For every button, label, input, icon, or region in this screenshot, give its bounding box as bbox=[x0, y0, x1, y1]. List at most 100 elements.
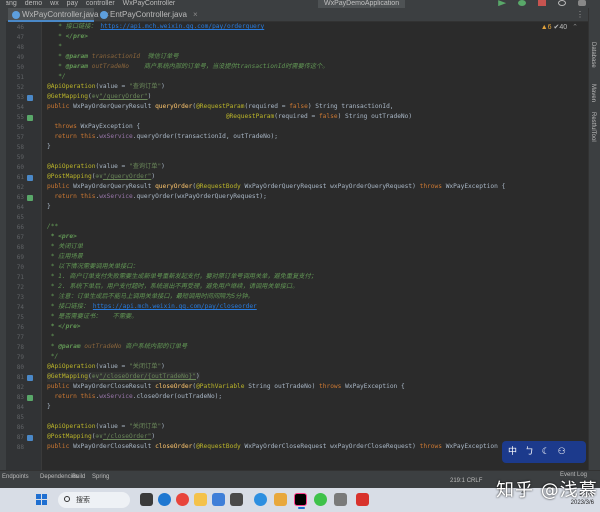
chrome-browser-icon[interactable] bbox=[176, 493, 189, 506]
line-number: 58 bbox=[16, 144, 24, 151]
gutter-marker-icon[interactable] bbox=[27, 115, 33, 121]
netease-app-icon[interactable] bbox=[356, 493, 369, 506]
gutter-marker-icon[interactable] bbox=[27, 375, 33, 381]
code-line: * 接口链接： https://api.mch.weixin.qq.com/pa… bbox=[58, 23, 265, 30]
search-icon[interactable] bbox=[558, 0, 567, 7]
breadcrumb-item[interactable]: WxPayController bbox=[123, 0, 176, 7]
stop-icon[interactable] bbox=[538, 0, 547, 7]
app-icon[interactable] bbox=[334, 493, 347, 506]
wechat-icon[interactable] bbox=[314, 493, 327, 506]
code-line: public WxPayOrderCloseResult closeOrder(… bbox=[47, 443, 506, 450]
gutter-marker-icon[interactable] bbox=[27, 435, 33, 441]
tab-overflow-icon[interactable]: ⋮ bbox=[576, 8, 584, 22]
line-separator[interactable]: CRLF bbox=[467, 478, 483, 484]
code-line: @ApiOperation(value = "查询订单") bbox=[47, 83, 165, 90]
java-class-icon bbox=[12, 11, 20, 19]
line-number: 49 bbox=[16, 54, 24, 61]
java-class-icon bbox=[100, 11, 108, 19]
line-number: 64 bbox=[16, 204, 24, 211]
warning-count: ▲6 bbox=[540, 24, 552, 31]
code-line: @PostMapping(⊕∨"/closeOrder") bbox=[47, 433, 156, 440]
code-line: * bbox=[58, 43, 62, 50]
code-line: * <pre> bbox=[50, 233, 77, 240]
navigation-bar: wang demo wx pay controller WxPayControl… bbox=[0, 0, 600, 8]
code-line: * @param outTradeNo 商户系统内部的订单号，当没提供trans… bbox=[47, 63, 329, 70]
right-tool-strip: Database Maven RestfulTool bbox=[588, 8, 600, 470]
task-view-icon[interactable] bbox=[140, 493, 153, 506]
maven-panel-tab[interactable]: Maven bbox=[590, 84, 596, 102]
database-panel-tab[interactable]: Database bbox=[590, 42, 596, 68]
cloud-app-icon[interactable] bbox=[254, 493, 267, 506]
code-line: } bbox=[47, 403, 51, 410]
status-bar-info: 219:1 CRLF bbox=[450, 478, 482, 484]
code-line: @PostMapping(⊕∨"/queryOrder") bbox=[47, 173, 156, 180]
line-number: 63 bbox=[16, 194, 24, 201]
line-number: 56 bbox=[16, 124, 24, 131]
code-line: * 接口链接： https://api.mch.weixin.qq.com/pa… bbox=[50, 303, 257, 310]
code-line: @ApiOperation(value = "关闭订单") bbox=[47, 363, 165, 370]
tab-label: WxPayController.java bbox=[22, 10, 99, 19]
gutter-marker-icon[interactable] bbox=[27, 95, 33, 101]
line-number: 85 bbox=[16, 414, 24, 421]
ime-language-toggle[interactable]: 中 bbox=[508, 447, 517, 457]
store-icon[interactable] bbox=[230, 493, 243, 506]
debug-icon[interactable] bbox=[518, 0, 527, 7]
line-number: 62 bbox=[16, 184, 24, 191]
line-number: 76 bbox=[16, 324, 24, 331]
ime-emoji-icon[interactable]: ⚇ bbox=[558, 447, 566, 457]
close-icon[interactable]: × bbox=[193, 10, 198, 19]
windows-start-icon[interactable] bbox=[36, 494, 47, 505]
watermark-text: 知乎 @浅慕 bbox=[496, 480, 598, 501]
code-line: */ bbox=[58, 73, 66, 80]
ime-punctuation-icon[interactable]: ㄅ bbox=[525, 447, 534, 457]
taskbar-search[interactable]: 搜索 bbox=[58, 492, 130, 508]
code-editor[interactable]: * 接口链接： https://api.mch.weixin.qq.com/pa… bbox=[43, 22, 588, 470]
code-line: * 以下情况需要调用关单接口： bbox=[50, 263, 139, 270]
search-icon bbox=[64, 496, 70, 502]
code-line: @RequestParam(required = false) String o… bbox=[225, 113, 413, 120]
line-number: 74 bbox=[16, 304, 24, 311]
code-line: public WxPayOrderCloseResult closeOrder(… bbox=[47, 383, 405, 390]
restful-tool-panel-tab[interactable]: RestfulTool bbox=[590, 112, 596, 142]
line-number: 61 bbox=[16, 174, 24, 181]
breadcrumb-item[interactable]: wx bbox=[50, 0, 59, 7]
line-number: 53 bbox=[16, 94, 24, 101]
settings-icon[interactable] bbox=[578, 0, 586, 7]
inspection-widget[interactable]: ▲6 ✔40 ⌃ bbox=[541, 23, 578, 31]
ime-toolbar[interactable]: 中 ㄅ ☾ ⚇ ◐ bbox=[502, 441, 586, 479]
ime-moon-icon[interactable]: ☾ bbox=[542, 447, 550, 457]
line-number: 51 bbox=[16, 74, 24, 81]
intellij-idea-icon[interactable] bbox=[294, 493, 307, 509]
code-line: * 注意：订单生成后不能马上调用关单接口，最短调用时间间隔为5分钟。 bbox=[50, 293, 254, 300]
code-line: public WxPayOrderQueryResult queryOrder(… bbox=[47, 103, 394, 110]
run-toolbar bbox=[494, 0, 592, 8]
code-line: * @param transactionId 微信订单号 bbox=[47, 53, 179, 60]
gutter-marker-icon[interactable] bbox=[27, 395, 33, 401]
line-number: 81 bbox=[16, 374, 24, 381]
line-number: 60 bbox=[16, 164, 24, 171]
code-line: @GetMapping(⊕∨"/queryOrder") bbox=[47, 93, 152, 100]
gutter-marker-icon[interactable] bbox=[27, 195, 33, 201]
mail-icon[interactable] bbox=[212, 493, 225, 506]
gutter-marker-icon[interactable] bbox=[27, 175, 33, 181]
breadcrumb-item[interactable]: controller bbox=[86, 0, 115, 7]
code-line: * @param outTradeNo 商户系统内部的订单号 bbox=[47, 343, 188, 350]
line-number: 59 bbox=[16, 154, 24, 161]
tab-wxpaycontroller[interactable]: WxPayController.java× bbox=[8, 8, 109, 22]
line-number: 70 bbox=[16, 264, 24, 271]
run-configuration-select[interactable]: WxPayDemoApplication bbox=[318, 0, 406, 8]
line-number: 66 bbox=[16, 224, 24, 231]
chevron-up-icon[interactable]: ⌃ bbox=[572, 24, 578, 31]
breadcrumb-item[interactable]: pay bbox=[67, 0, 78, 7]
code-line: } bbox=[47, 143, 51, 150]
edge-browser-icon[interactable] bbox=[158, 493, 171, 506]
code-line: } bbox=[47, 203, 51, 210]
code-line: * </pre> bbox=[47, 33, 88, 40]
tab-entpaycontroller[interactable]: EntPayController.java × bbox=[96, 8, 198, 22]
file-explorer-icon[interactable] bbox=[194, 493, 207, 506]
line-number: 84 bbox=[16, 404, 24, 411]
run-icon[interactable] bbox=[498, 0, 507, 7]
cursor-position[interactable]: 219:1 bbox=[450, 478, 465, 484]
app-icon[interactable] bbox=[274, 493, 287, 506]
breadcrumb-item[interactable]: demo bbox=[25, 0, 43, 7]
